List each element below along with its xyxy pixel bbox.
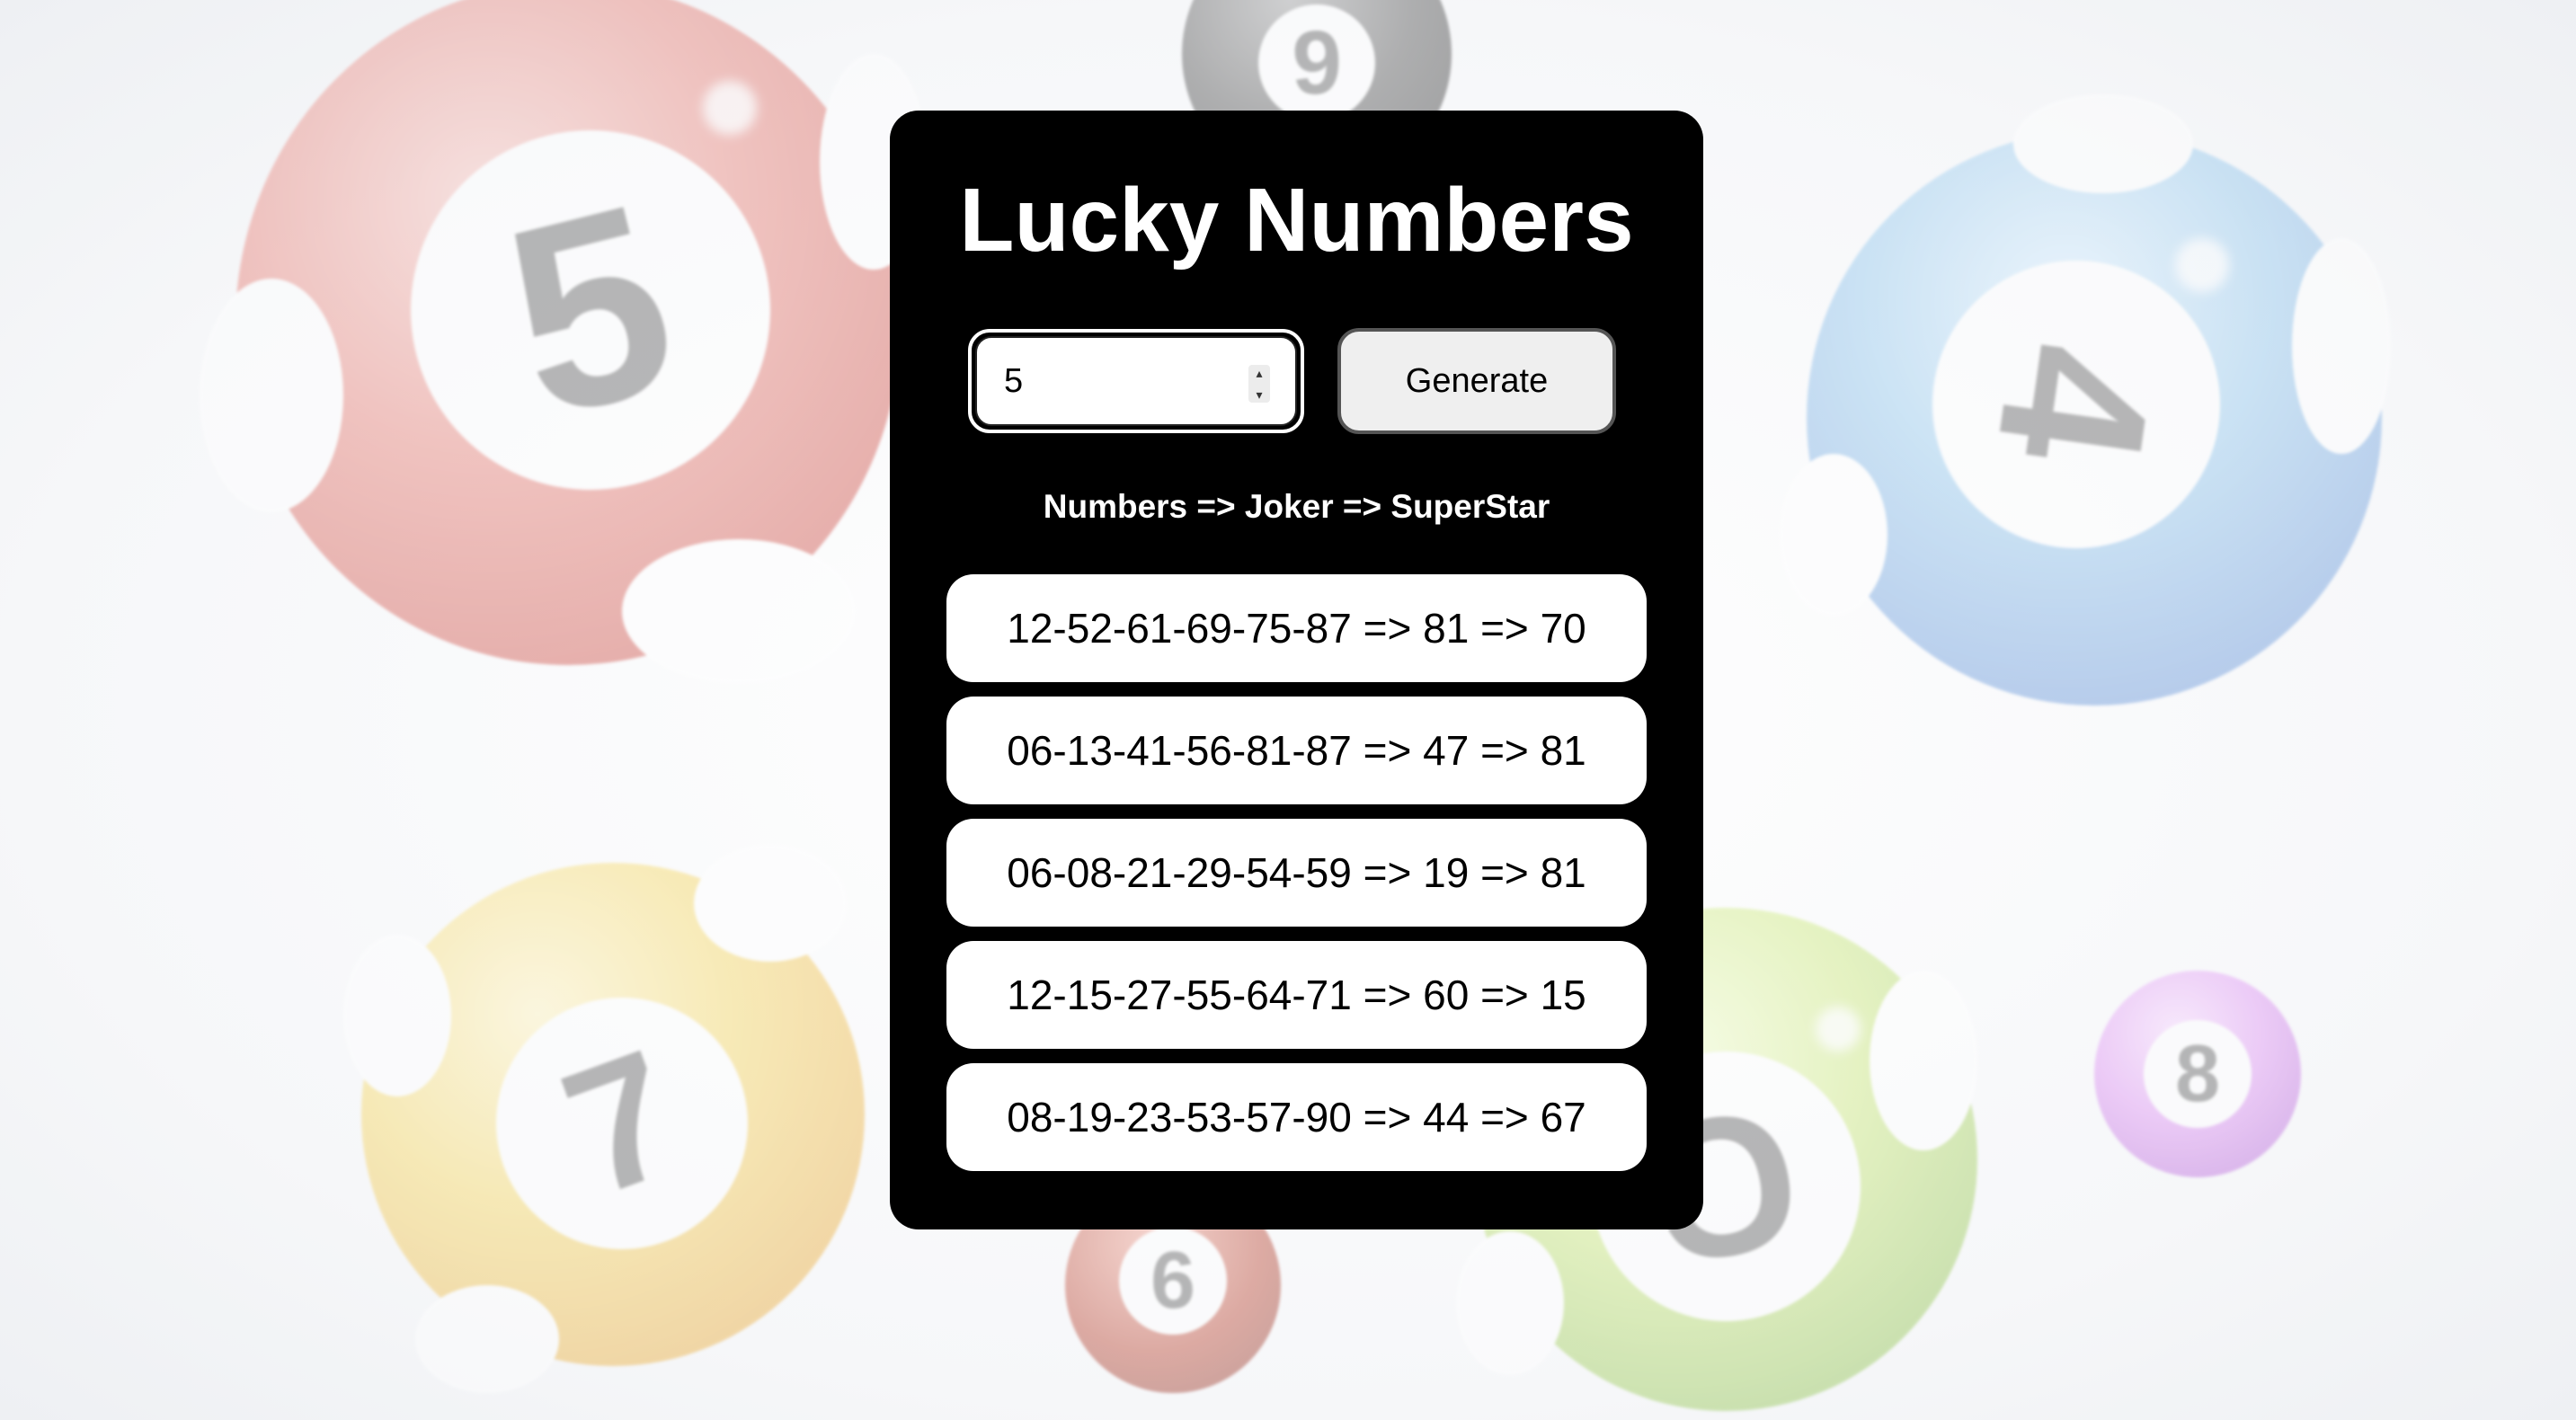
ball-number: 5 bbox=[372, 92, 809, 528]
page-title: Lucky Numbers bbox=[959, 170, 1634, 271]
lottery-ball-yellow: 7 bbox=[343, 845, 865, 1393]
ball-number: 4 bbox=[1914, 242, 2239, 567]
count-input-wrapper: ▴ ▾ bbox=[968, 329, 1304, 433]
result-row: 08-19-23-53-57-90 => 44 => 67 bbox=[946, 1063, 1647, 1171]
ball-number: 9 bbox=[1258, 4, 1375, 121]
page-background: 5 4 7 C 8 9 6 Lucky Numbers 5 ▴ ▾ Genera… bbox=[0, 0, 2576, 1420]
result-row: 12-52-61-69-75-87 => 81 => 70 bbox=[946, 574, 1647, 682]
lottery-ball-blue: 4 bbox=[1780, 94, 2391, 706]
generate-button[interactable]: Generate bbox=[1337, 328, 1616, 434]
count-input[interactable] bbox=[1004, 338, 1229, 424]
stepper-down-icon[interactable]: ▾ bbox=[1256, 386, 1262, 403]
result-row: 12-15-27-55-64-71 => 60 => 15 bbox=[946, 941, 1647, 1049]
results-list: 12-52-61-69-75-87 => 81 => 70 06-13-41-5… bbox=[946, 574, 1647, 1185]
lottery-ball-red: 5 bbox=[200, 0, 928, 683]
count-input-box: ▴ ▾ bbox=[975, 336, 1297, 426]
lucky-numbers-card: Lucky Numbers ▴ ▾ Generate Numbers => Jo… bbox=[890, 111, 1703, 1229]
count-stepper[interactable]: ▴ ▾ bbox=[1248, 365, 1270, 403]
results-legend: Numbers => Joker => SuperStar bbox=[1043, 488, 1550, 525]
ball-number: 7 bbox=[460, 962, 784, 1285]
lottery-ball-purple: 8 bbox=[2094, 971, 2301, 1177]
stepper-up-icon[interactable]: ▴ bbox=[1256, 365, 1262, 381]
result-row: 06-13-41-56-81-87 => 47 => 81 bbox=[946, 697, 1647, 804]
ball-number: 6 bbox=[1119, 1227, 1227, 1335]
result-row: 06-08-21-29-54-59 => 19 => 81 bbox=[946, 819, 1647, 927]
ball-number: 8 bbox=[2144, 1020, 2252, 1128]
